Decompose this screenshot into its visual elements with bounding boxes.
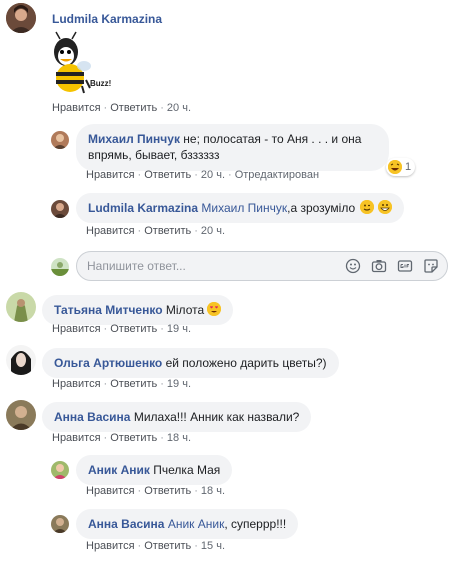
current-user-avatar (51, 258, 69, 276)
comment-actions: Нравится · Ответить · 20 ч. (86, 225, 226, 237)
comment-bubble: Ольга Артюшенко ей положено дарить цветы… (42, 348, 339, 378)
reply-link[interactable]: Ответить (110, 102, 157, 114)
avatar[interactable] (6, 3, 36, 33)
comment-author[interactable]: Анна Васина (88, 517, 164, 531)
timestamp[interactable]: 20 ч. (167, 102, 191, 114)
sticker-icon[interactable] (423, 258, 439, 274)
timestamp[interactable]: 15 ч. (201, 540, 225, 552)
camera-icon[interactable] (371, 258, 387, 274)
heart-eyes-emoji-icon (207, 302, 222, 316)
laughing-emoji-icon (388, 160, 402, 174)
timestamp[interactable]: 19 ч. (167, 323, 191, 335)
comment-author[interactable]: Татьяна Митченко (54, 303, 163, 317)
like-link[interactable]: Нравится (52, 102, 101, 114)
comment-author[interactable]: Аник Аник (88, 463, 150, 477)
comment-text: Мiлота (165, 303, 205, 317)
avatar[interactable] (6, 292, 36, 322)
comment-text: Милаха!!! Анник как назвали? (133, 410, 300, 424)
comment-actions: Нравится · Ответить · 18 ч. (52, 432, 192, 444)
avatar[interactable] (6, 345, 36, 375)
like-link[interactable]: Нравится (52, 378, 101, 390)
comment-author[interactable]: Михаил Пинчук (88, 132, 180, 146)
reaction-badge[interactable]: 1 (386, 158, 416, 176)
reply-link[interactable]: Ответить (144, 169, 191, 181)
reply-link[interactable]: Ответить (110, 378, 157, 390)
comment-actions: Нравится · Ответить · 19 ч. (52, 378, 192, 390)
like-link[interactable]: Нравится (86, 485, 135, 497)
comment-bubble: Анна Васина Аник Аник, суперрр!!! (76, 509, 299, 539)
comment-text: Пчелка Мая (153, 463, 221, 477)
like-link[interactable]: Нравится (86, 540, 135, 552)
mention-link[interactable]: Аник Аник (168, 517, 225, 531)
timestamp[interactable]: 20 ч. (201, 225, 225, 237)
reply-link[interactable]: Ответить (110, 323, 157, 335)
reaction-count: 1 (405, 161, 412, 173)
comment-bubble: Татьяна Митченко Мiлота (42, 295, 234, 325)
svg-text:Buzz!: Buzz! (90, 79, 111, 88)
bee-sticker: Buzz! (46, 30, 112, 96)
avatar[interactable] (51, 200, 69, 218)
like-link[interactable]: Нравится (52, 323, 101, 335)
timestamp[interactable]: 18 ч. (201, 485, 225, 497)
comment-author[interactable]: Ludmila Karmazina (88, 201, 198, 215)
wink-emoji-icon (360, 200, 375, 214)
comment-text: , суперрр!!! (224, 517, 287, 531)
like-link[interactable]: Нравится (52, 432, 101, 444)
comment-bubble: Анна Васина Милаха!!! Анник как назвали? (42, 402, 312, 432)
comment-bubble: Михаил Пинчук не; полосатая - то Аня . .… (76, 124, 389, 171)
comment-text: ,а зрозуміло (287, 201, 356, 215)
avatar[interactable] (51, 131, 69, 149)
edited-label[interactable]: Отредактирован (235, 169, 319, 181)
reply-placeholder: Напишите ответ... (87, 259, 186, 273)
reply-link[interactable]: Ответить (144, 540, 191, 552)
comment-actions: Нравится · Ответить · 20 ч. · Отредактирован (86, 169, 320, 181)
reply-link[interactable]: Ответить (110, 432, 157, 444)
comment-text: ей положено дарить цветы?) (165, 356, 327, 370)
comment-actions: Нравится · Ответить · 20 ч. (52, 102, 192, 114)
comment-actions: Нравится · Ответить · 19 ч. (52, 323, 192, 335)
comment-bubble: Аник Аник Пчелка Мая (76, 455, 233, 485)
emoji-icon[interactable] (345, 258, 361, 274)
mention-link[interactable]: Михаил Пинчук (201, 201, 287, 215)
timestamp[interactable]: 18 ч. (167, 432, 191, 444)
timestamp[interactable]: 19 ч. (167, 378, 191, 390)
comment-author[interactable]: Анна Васина (54, 410, 130, 424)
comment-author[interactable]: Ольга Артюшенко (54, 356, 162, 370)
avatar[interactable] (6, 400, 36, 430)
reply-input[interactable]: Напишите ответ... (76, 251, 448, 281)
reply-link[interactable]: Ответить (144, 485, 191, 497)
gif-icon[interactable] (397, 258, 413, 274)
comment-bubble: Ludmila Karmazina Михаил Пинчук,а зрозум… (76, 193, 404, 223)
reply-link[interactable]: Ответить (144, 225, 191, 237)
avatar[interactable] (51, 461, 69, 479)
comment-actions: Нравится · Ответить · 15 ч. (86, 540, 226, 552)
like-link[interactable]: Нравится (86, 225, 135, 237)
timestamp[interactable]: 20 ч. (201, 169, 225, 181)
avatar[interactable] (51, 515, 69, 533)
grin-emoji-icon (377, 200, 392, 214)
comment-author[interactable]: Ludmila Karmazina (52, 12, 162, 26)
comment-actions: Нравится · Ответить · 18 ч. (86, 485, 226, 497)
like-link[interactable]: Нравится (86, 169, 135, 181)
